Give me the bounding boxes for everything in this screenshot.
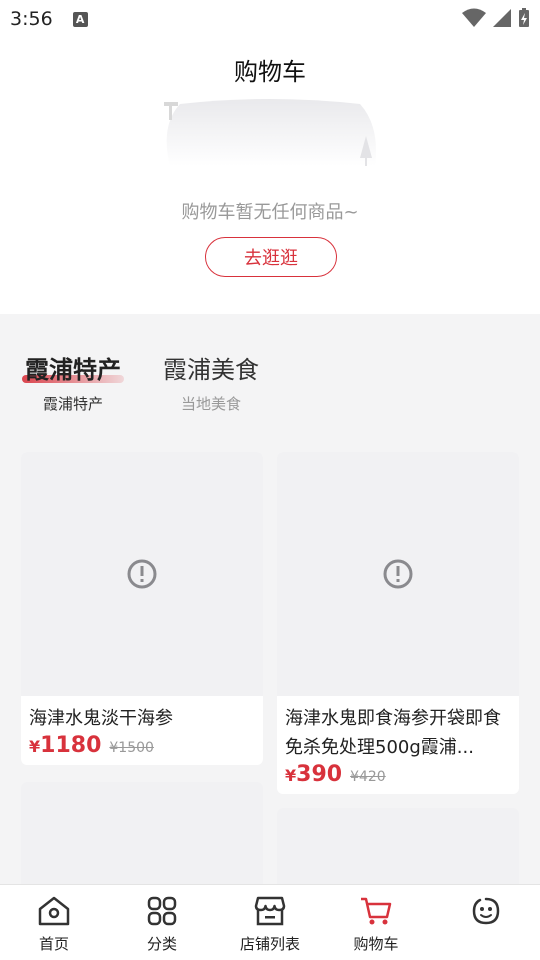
product-image-placeholder — [277, 452, 519, 696]
tab-xiapu-specialty[interactable]: 霞浦特产 霞浦特产 — [22, 350, 124, 414]
nav-store-list-label: 店铺列表 — [239, 935, 300, 953]
product-card[interactable]: 海津水鬼即食海参开袋即食免杀免处理500g霞浦... ¥390 ¥420 — [277, 452, 519, 794]
product-image-placeholder — [21, 452, 263, 696]
product-name: 海津水鬼即食海参开袋即食免杀免处理500g霞浦... — [285, 708, 501, 758]
nav-home-label: 首页 — [38, 935, 69, 953]
tab-xiapu-food[interactable]: 霞浦美食 当地美食 — [160, 350, 262, 414]
nav-category[interactable]: 分类 — [112, 895, 212, 954]
tab-title: 霞浦特产 — [22, 350, 124, 385]
empty-cart-message: 购物车暂无任何商品~ — [181, 202, 359, 223]
original-price: ¥1500 — [109, 740, 154, 756]
page-title: 购物车 — [234, 58, 306, 86]
store-icon — [254, 896, 286, 926]
price-row: ¥390 ¥420 — [277, 762, 519, 787]
nav-profile[interactable] — [436, 895, 536, 933]
nav-store-list[interactable]: 店铺列表 — [220, 895, 320, 954]
tab-subtitle: 霞浦特产 — [42, 395, 103, 413]
wifi-icon — [462, 8, 486, 27]
status-time: 3:56 — [10, 8, 53, 30]
tab-title: 霞浦美食 — [163, 356, 259, 384]
original-price: ¥420 — [350, 769, 386, 785]
tab-title-text: 霞浦特产 — [25, 356, 121, 384]
price-row: ¥1180 ¥1500 — [21, 733, 263, 758]
cart-empty-section: 购物车 购物车暂无任何商品~ 去逛逛 — [0, 38, 540, 314]
battery-icon — [519, 8, 529, 27]
tab-subtitle: 当地美食 — [180, 395, 241, 413]
price-value: 1180 — [40, 733, 102, 758]
signal-icon — [493, 9, 511, 27]
image-error-icon — [383, 559, 413, 589]
category-tabs: 霞浦特产 霞浦特产 霞浦美食 当地美食 — [0, 350, 540, 420]
face-icon — [472, 897, 500, 925]
home-icon — [38, 896, 70, 926]
price-value: 390 — [296, 762, 343, 787]
product-price: ¥1180 — [29, 733, 101, 758]
grid-icon — [147, 896, 177, 926]
currency-symbol: ¥ — [29, 737, 41, 756]
cart-icon — [361, 897, 392, 925]
bottom-navigation: 首页 分类 店铺列表 购物车 — [0, 884, 540, 960]
currency-symbol: ¥ — [285, 766, 297, 785]
product-name: 海津水鬼淡干海参 — [29, 708, 173, 729]
notification-a-icon: A — [72, 11, 88, 27]
status-bar: 3:56 A — [0, 0, 540, 38]
nav-category-label: 分类 — [146, 935, 177, 953]
product-price: ¥390 — [285, 762, 342, 787]
image-error-icon — [127, 559, 157, 589]
empty-cart-illustration — [164, 99, 376, 166]
nav-home[interactable]: 首页 — [4, 895, 104, 954]
product-card[interactable]: 海津水鬼淡干海参 ¥1180 ¥1500 — [21, 452, 263, 765]
nav-cart-label: 购物车 — [353, 935, 399, 953]
go-shopping-button[interactable]: 去逛逛 — [205, 237, 337, 277]
status-icons — [462, 8, 530, 28]
nav-cart[interactable]: 购物车 — [326, 895, 426, 954]
product-card-partial[interactable] — [21, 782, 263, 892]
